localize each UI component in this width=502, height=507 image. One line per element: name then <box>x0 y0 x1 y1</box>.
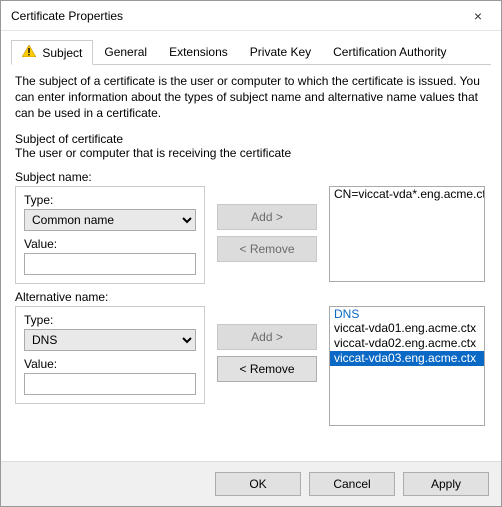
tab-private-key[interactable]: Private Key <box>239 40 322 65</box>
alt-add-button[interactable]: Add > <box>217 324 317 350</box>
tab-general[interactable]: General <box>93 40 158 65</box>
subject-list[interactable]: CN=viccat-vda*.eng.acme.ctx <box>329 186 485 282</box>
close-button[interactable]: × <box>455 1 501 30</box>
subject-remove-button[interactable]: < Remove <box>217 236 317 262</box>
list-item[interactable]: CN=viccat-vda*.eng.acme.ctx <box>330 187 484 202</box>
description-text: The subject of a certificate is the user… <box>15 73 487 122</box>
tab-label: Certification Authority <box>333 45 446 59</box>
warning-icon <box>22 45 36 57</box>
tab-ca[interactable]: Certification Authority <box>322 40 457 65</box>
section-subtext: The user or computer that is receiving t… <box>15 146 487 160</box>
alt-list[interactable]: DNS viccat-vda01.eng.acme.ctx viccat-vda… <box>329 306 485 426</box>
cancel-button[interactable]: Cancel <box>309 472 395 496</box>
subject-button-column: Add > < Remove <box>217 186 317 262</box>
tab-strip: Subject General Extensions Private Key C… <box>11 39 491 65</box>
window-title: Certificate Properties <box>11 9 123 23</box>
subject-add-button[interactable]: Add > <box>217 204 317 230</box>
alt-value-input[interactable] <box>24 373 196 395</box>
titlebar: Certificate Properties × <box>1 1 501 31</box>
list-item[interactable]: viccat-vda02.eng.acme.ctx <box>330 336 484 351</box>
tab-subject[interactable]: Subject <box>11 40 93 65</box>
value-label: Value: <box>24 237 196 251</box>
type-label: Type: <box>24 193 196 207</box>
tab-label: Private Key <box>250 45 311 59</box>
subject-name-fieldset: Type: Common name Value: <box>15 186 205 284</box>
type-label: Type: <box>24 313 196 327</box>
alt-type-select[interactable]: DNS <box>24 329 196 351</box>
subject-name-label: Subject name: <box>15 170 487 184</box>
section-heading: Subject of certificate <box>15 132 487 146</box>
ok-button[interactable]: OK <box>215 472 301 496</box>
window-controls: × <box>455 1 501 30</box>
tab-label: Subject <box>42 46 82 60</box>
tab-content: The subject of a certificate is the user… <box>1 65 501 461</box>
subject-value-input[interactable] <box>24 253 196 275</box>
alt-name-row: Type: DNS Value: Add > < Remove DNS vicc… <box>15 306 487 426</box>
alt-name-fieldset: Type: DNS Value: <box>15 306 205 404</box>
tab-label: Extensions <box>169 45 228 59</box>
tab-extensions[interactable]: Extensions <box>158 40 239 65</box>
list-item[interactable]: viccat-vda01.eng.acme.ctx <box>330 321 484 336</box>
alt-button-column: Add > < Remove <box>217 306 317 382</box>
subject-name-row: Type: Common name Value: Add > < Remove … <box>15 186 487 284</box>
tab-label: General <box>104 45 147 59</box>
alt-list-header: DNS <box>330 307 484 321</box>
alt-remove-button[interactable]: < Remove <box>217 356 317 382</box>
close-icon: × <box>474 8 482 24</box>
alt-name-label: Alternative name: <box>15 290 487 304</box>
list-item[interactable]: viccat-vda03.eng.acme.ctx <box>330 351 484 366</box>
subject-type-select[interactable]: Common name <box>24 209 196 231</box>
value-label: Value: <box>24 357 196 371</box>
apply-button[interactable]: Apply <box>403 472 489 496</box>
dialog-footer: OK Cancel Apply <box>1 461 501 506</box>
